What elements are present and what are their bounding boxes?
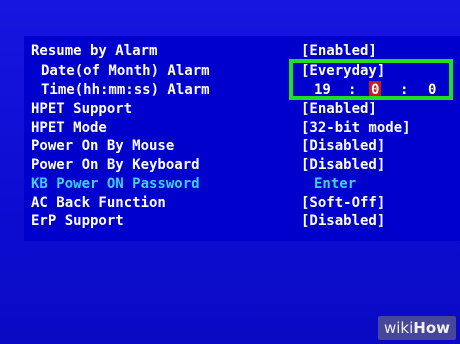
setting-label: Date(of Month) Alarm: [41, 63, 210, 79]
setting-label: ErP Support: [31, 213, 124, 229]
setting-hpet-support[interactable]: HPET Support [Enabled]: [31, 100, 451, 119]
setting-ac-back-function[interactable]: AC Back Function [Soft-Off]: [31, 194, 451, 213]
bios-screen: Resume by Alarm [Enabled] Date(of Month)…: [0, 0, 460, 344]
setting-kb-power-password[interactable]: KB Power ON Password Enter: [31, 175, 451, 194]
watermark-part-1: wiki: [383, 319, 414, 337]
setting-value[interactable]: [Enabled]: [301, 100, 377, 119]
setting-value[interactable]: [Disabled]: [301, 137, 385, 156]
setting-label: AC Back Function: [31, 195, 166, 211]
setting-value[interactable]: [Soft-Off]: [301, 194, 385, 213]
setting-hpet-mode[interactable]: HPET Mode [32-bit mode]: [31, 119, 451, 138]
setting-value[interactable]: [32-bit mode]: [301, 119, 411, 138]
setting-label: Power On By Mouse: [31, 138, 175, 154]
setting-label: HPET Mode: [31, 120, 107, 136]
setting-power-on-keyboard[interactable]: Power On By Keyboard [Disabled]: [31, 156, 451, 175]
highlight-annotation-box: [289, 59, 453, 100]
setting-label: Time(hh:mm:ss) Alarm: [41, 82, 210, 98]
watermark-logo: wikiHow: [377, 316, 456, 340]
setting-label: Resume by Alarm: [31, 43, 158, 59]
setting-power-on-mouse[interactable]: Power On By Mouse [Disabled]: [31, 137, 451, 156]
setting-value[interactable]: [Disabled]: [301, 212, 385, 231]
setting-erp-support[interactable]: ErP Support [Disabled]: [31, 212, 451, 231]
setting-value[interactable]: [Disabled]: [301, 156, 385, 175]
setting-value[interactable]: Enter: [314, 175, 356, 194]
setting-label: HPET Support: [31, 101, 133, 117]
setting-label: KB Power ON Password: [31, 176, 200, 192]
setting-label: Power On By Keyboard: [31, 157, 200, 173]
watermark-part-2: How: [413, 319, 450, 337]
